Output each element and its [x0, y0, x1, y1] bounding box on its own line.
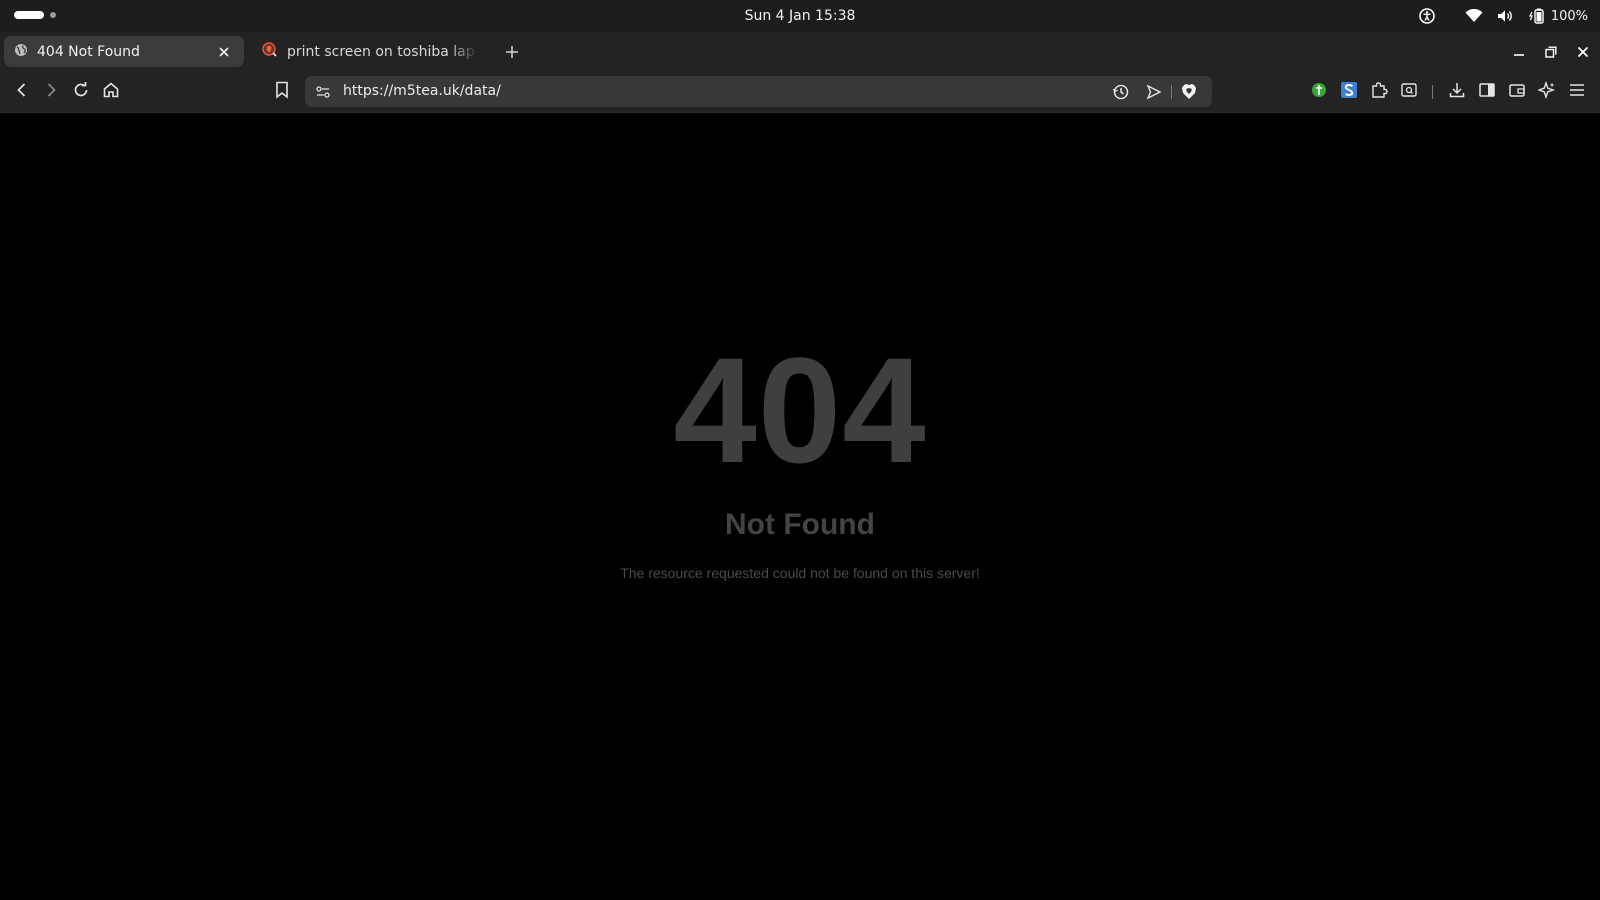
forward-button[interactable] [39, 80, 63, 104]
back-arrow-icon [14, 82, 30, 102]
brave-shields-icon[interactable] [1181, 83, 1197, 105]
hamburger-menu-icon [1568, 81, 1586, 103]
volume-icon[interactable] [1497, 9, 1515, 23]
url-text[interactable]: https://m5tea.uk/data/ [343, 76, 501, 107]
tab-search-button[interactable] [1397, 80, 1421, 104]
close-window-icon[interactable] [1574, 43, 1592, 61]
sparkle-icon [1536, 80, 1556, 103]
puzzle-icon [1370, 81, 1388, 103]
main-menu-button[interactable] [1565, 80, 1589, 104]
extensions-button[interactable] [1367, 80, 1391, 104]
sidebar-button[interactable] [1475, 80, 1499, 104]
minimize-icon[interactable] [1510, 43, 1528, 61]
error-code: 404 [673, 326, 927, 494]
s-extension-icon [1340, 81, 1358, 103]
home-button[interactable] [99, 80, 123, 104]
downloads-button[interactable] [1445, 80, 1469, 104]
back-button[interactable] [10, 80, 34, 104]
wallet-button[interactable] [1505, 80, 1529, 104]
share-send-icon[interactable] [1146, 84, 1162, 104]
brave-search-icon [262, 41, 278, 62]
workspace-indicator[interactable] [14, 11, 56, 19]
home-icon [102, 81, 120, 103]
tab-404-not-found[interactable]: 404 Not Found [4, 36, 244, 67]
plus-icon [505, 44, 519, 63]
system-top-bar: Sun 4 Jan 15:38 100% [0, 0, 1600, 32]
green-shield-extension-icon [1311, 82, 1327, 102]
forward-arrow-icon [43, 82, 59, 102]
workspace-active-pill[interactable] [14, 11, 44, 19]
error-title: Not Found [725, 508, 875, 541]
wifi-icon[interactable] [1465, 9, 1483, 23]
wallet-icon [1508, 81, 1526, 103]
reload-button[interactable] [69, 80, 93, 104]
workspace-dot[interactable] [50, 12, 56, 18]
sidebar-icon [1478, 81, 1496, 103]
clock[interactable]: Sun 4 Jan 15:38 [745, 8, 856, 24]
reload-icon [72, 81, 90, 103]
tab-title: print screen on toshiba lap - E [287, 43, 478, 60]
tab-strip: 404 Not Found print screen on toshiba la… [0, 32, 1600, 71]
battery-percentage: 100% [1550, 8, 1588, 24]
close-tab-icon[interactable] [214, 42, 234, 62]
tab-search-icon [1400, 81, 1418, 103]
extension-green-button[interactable] [1307, 80, 1331, 104]
page-content: 404 Not Found The resource requested cou… [0, 113, 1600, 900]
restore-icon[interactable] [1542, 43, 1560, 61]
globe-icon [14, 43, 28, 61]
urlbar-divider [1171, 85, 1172, 99]
leo-ai-button[interactable] [1535, 80, 1559, 104]
address-bar[interactable]: https://m5tea.uk/data/ [305, 76, 1212, 107]
tab-title: 404 Not Found [37, 43, 140, 60]
tab-print-screen-search[interactable]: print screen on toshiba lap - E [252, 36, 488, 67]
window-controls [1510, 32, 1592, 71]
history-icon[interactable] [1112, 83, 1130, 105]
bookmark-icon [274, 81, 290, 103]
navigation-toolbar: https://m5tea.uk/data/ [0, 71, 1600, 113]
system-tray[interactable]: 100% [1419, 0, 1588, 32]
download-icon [1448, 81, 1466, 103]
site-settings-icon[interactable] [315, 84, 331, 104]
extension-s-button[interactable] [1337, 80, 1361, 104]
toolbar-divider [1432, 85, 1433, 99]
accessibility-icon[interactable] [1419, 8, 1435, 24]
bookmark-button[interactable] [270, 80, 294, 104]
error-message: The resource requested could not be foun… [620, 565, 980, 581]
battery-icon[interactable]: 100% [1528, 8, 1588, 24]
new-tab-button[interactable] [500, 41, 524, 65]
